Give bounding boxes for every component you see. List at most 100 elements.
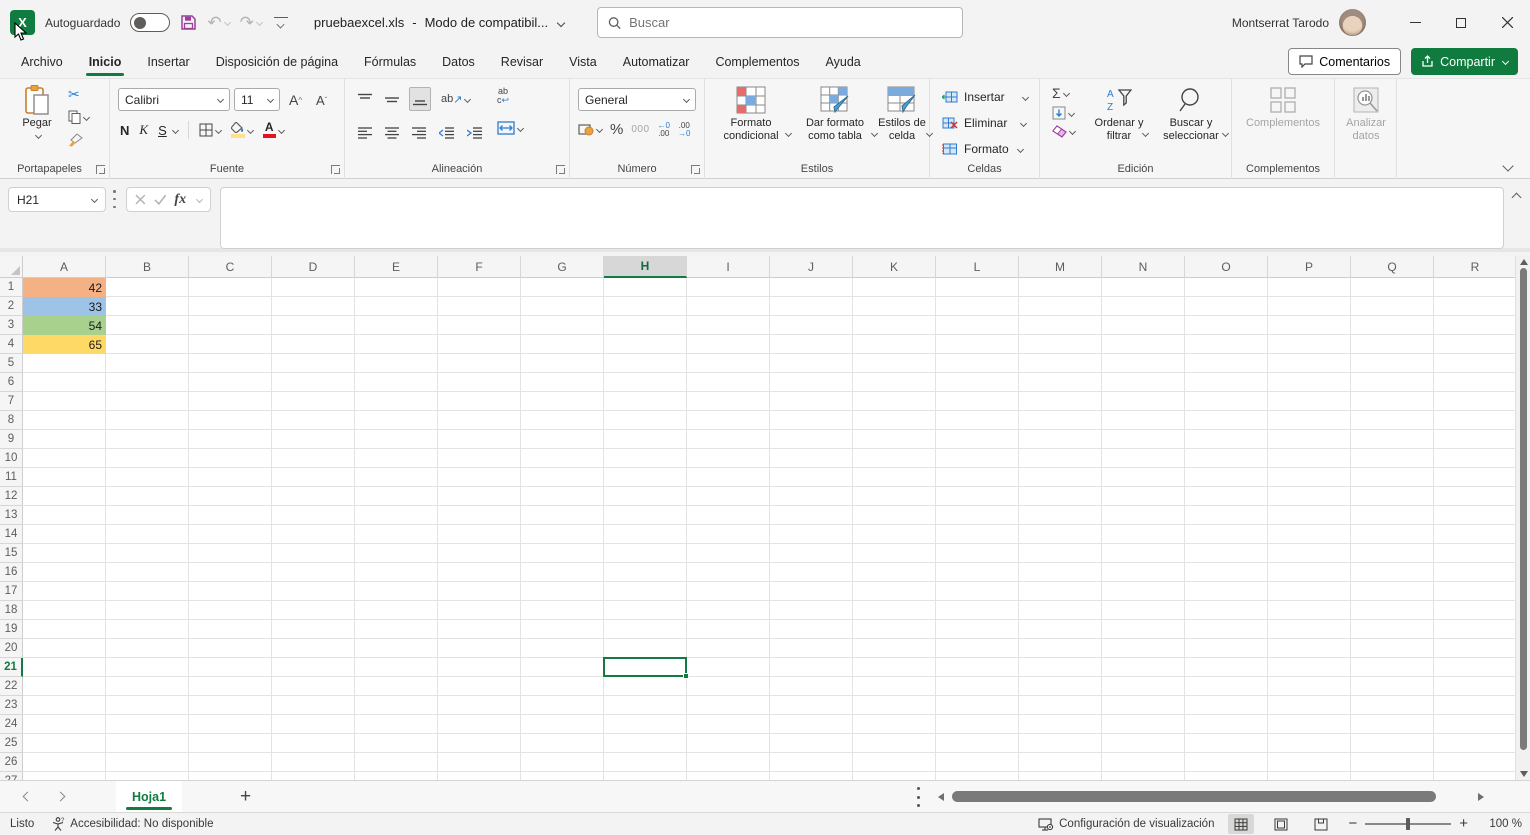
column-header-Q[interactable]: Q	[1351, 256, 1434, 278]
alignment-dialog-launcher-icon[interactable]	[556, 165, 565, 174]
borders-button[interactable]	[199, 123, 221, 137]
fill-button[interactable]	[1052, 106, 1075, 120]
ribbon-tab-complementos[interactable]: Complementos	[702, 45, 812, 78]
align-top-button[interactable]	[355, 87, 375, 111]
insert-function-button[interactable]: fx	[174, 192, 186, 208]
excel-logo-icon[interactable]: X	[10, 10, 35, 35]
view-normal-button[interactable]	[1228, 814, 1254, 834]
ribbon-tab-automatizar[interactable]: Automatizar	[610, 45, 703, 78]
decrease-decimal-button[interactable]: .00→0	[678, 122, 690, 138]
comments-button[interactable]: Comentarios	[1288, 48, 1401, 75]
zoom-out-button[interactable]: −	[1348, 819, 1357, 829]
zoom-slider[interactable]	[1365, 823, 1451, 825]
align-bottom-button[interactable]	[409, 87, 431, 111]
view-page-break-button[interactable]	[1308, 814, 1334, 834]
collapse-ribbon-icon[interactable]	[1502, 160, 1513, 171]
row-header-22[interactable]: 22	[0, 677, 23, 696]
sheet-tab-hoja1[interactable]: Hoja1	[116, 781, 182, 813]
sort-filter-button[interactable]: AZ Ordenar y filtrar	[1088, 83, 1150, 143]
redo-button[interactable]: ↷	[240, 13, 262, 33]
column-header-G[interactable]: G	[521, 256, 604, 278]
ribbon-tab-disposición-de-página[interactable]: Disposición de página	[203, 45, 351, 78]
new-sheet-button[interactable]: +	[240, 786, 251, 808]
align-left-button[interactable]	[355, 121, 375, 145]
analyze-data-button[interactable]: Analizar datos	[1339, 83, 1393, 143]
maximize-button[interactable]	[1438, 0, 1484, 45]
number-format-select[interactable]: General	[578, 88, 696, 111]
accounting-format-button[interactable]	[578, 123, 602, 136]
column-header-C[interactable]: C	[189, 256, 272, 278]
align-center-button[interactable]	[382, 121, 402, 145]
autosum-button[interactable]: Σ	[1052, 85, 1075, 101]
zoom-slider-handle[interactable]	[1406, 818, 1410, 830]
ribbon-tab-vista[interactable]: Vista	[556, 45, 610, 78]
doc-title-chevron-icon[interactable]	[557, 18, 565, 26]
row-header-1[interactable]: 1	[0, 278, 23, 297]
column-header-B[interactable]: B	[106, 256, 189, 278]
cut-button[interactable]: ✂	[68, 87, 89, 101]
scroll-up-icon[interactable]	[1520, 259, 1528, 265]
column-header-F[interactable]: F	[438, 256, 521, 278]
row-header-23[interactable]: 23	[0, 696, 23, 715]
select-all-button[interactable]	[0, 256, 23, 278]
delete-cells-button[interactable]: Eliminar	[942, 111, 1028, 135]
formula-bar-grip-icon[interactable]	[113, 190, 116, 208]
name-box[interactable]: H21	[8, 187, 106, 212]
search-input[interactable]	[629, 15, 952, 30]
autosave-toggle[interactable]	[130, 13, 170, 32]
ribbon-tab-archivo[interactable]: Archivo	[8, 45, 76, 78]
align-middle-button[interactable]	[382, 87, 402, 111]
clipboard-dialog-launcher-icon[interactable]	[96, 165, 105, 174]
zoom-in-button[interactable]: +	[1459, 819, 1468, 829]
paste-button[interactable]: Pegar	[14, 83, 60, 138]
formula-input[interactable]	[220, 187, 1504, 249]
zoom-level[interactable]: 100 %	[1482, 818, 1522, 830]
column-header-H[interactable]: H	[604, 256, 687, 278]
percent-style-button[interactable]: %	[610, 121, 623, 138]
addins-button[interactable]: Complementos	[1240, 83, 1326, 130]
user-avatar[interactable]	[1339, 9, 1366, 36]
row-header-7[interactable]: 7	[0, 392, 23, 411]
insert-cells-button[interactable]: Insertar	[942, 85, 1028, 109]
collapse-formula-bar-icon[interactable]	[1512, 193, 1522, 203]
row-header-24[interactable]: 24	[0, 715, 23, 734]
font-size-select[interactable]: 11	[234, 88, 280, 111]
cell-A2[interactable]: 33	[23, 297, 106, 316]
merge-center-button[interactable]	[497, 121, 523, 135]
customize-quick-access-icon[interactable]	[274, 17, 288, 29]
column-header-A[interactable]: A	[23, 256, 106, 278]
search-box[interactable]	[597, 7, 963, 38]
row-header-6[interactable]: 6	[0, 373, 23, 392]
cell-A1[interactable]: 42	[23, 278, 106, 297]
close-button[interactable]	[1484, 0, 1530, 45]
wrap-text-button[interactable]: ab c↩	[497, 87, 509, 105]
horizontal-scrollbar[interactable]	[938, 789, 1512, 805]
previous-sheet-icon[interactable]	[23, 792, 33, 802]
enter-entry-icon[interactable]	[154, 194, 167, 205]
column-header-K[interactable]: K	[853, 256, 936, 278]
column-header-J[interactable]: J	[770, 256, 853, 278]
sheet-tab-menu-icon[interactable]	[916, 787, 920, 807]
row-header-26[interactable]: 26	[0, 753, 23, 772]
vertical-scrollbar[interactable]	[1515, 256, 1530, 780]
ribbon-tab-fórmulas[interactable]: Fórmulas	[351, 45, 429, 78]
fill-color-button[interactable]	[231, 122, 253, 138]
column-header-M[interactable]: M	[1019, 256, 1102, 278]
shrink-font-button[interactable]: Aˇ	[313, 88, 330, 112]
fill-handle[interactable]	[683, 673, 689, 679]
font-dialog-launcher-icon[interactable]	[331, 165, 340, 174]
cancel-entry-icon[interactable]	[135, 194, 146, 205]
row-header-4[interactable]: 4	[0, 335, 23, 354]
horizontal-scroll-thumb[interactable]	[952, 791, 1436, 802]
row-header-15[interactable]: 15	[0, 544, 23, 563]
grid-canvas[interactable]: 42335465	[23, 278, 1515, 780]
format-cells-button[interactable]: Formato	[942, 137, 1028, 161]
align-right-button[interactable]	[409, 121, 429, 145]
decrease-indent-button[interactable]	[436, 121, 457, 145]
column-header-L[interactable]: L	[936, 256, 1019, 278]
underline-chevron-icon[interactable]	[172, 126, 179, 133]
column-header-D[interactable]: D	[272, 256, 355, 278]
format-painter-icon[interactable]	[68, 133, 83, 147]
row-header-25[interactable]: 25	[0, 734, 23, 753]
row-header-11[interactable]: 11	[0, 468, 23, 487]
